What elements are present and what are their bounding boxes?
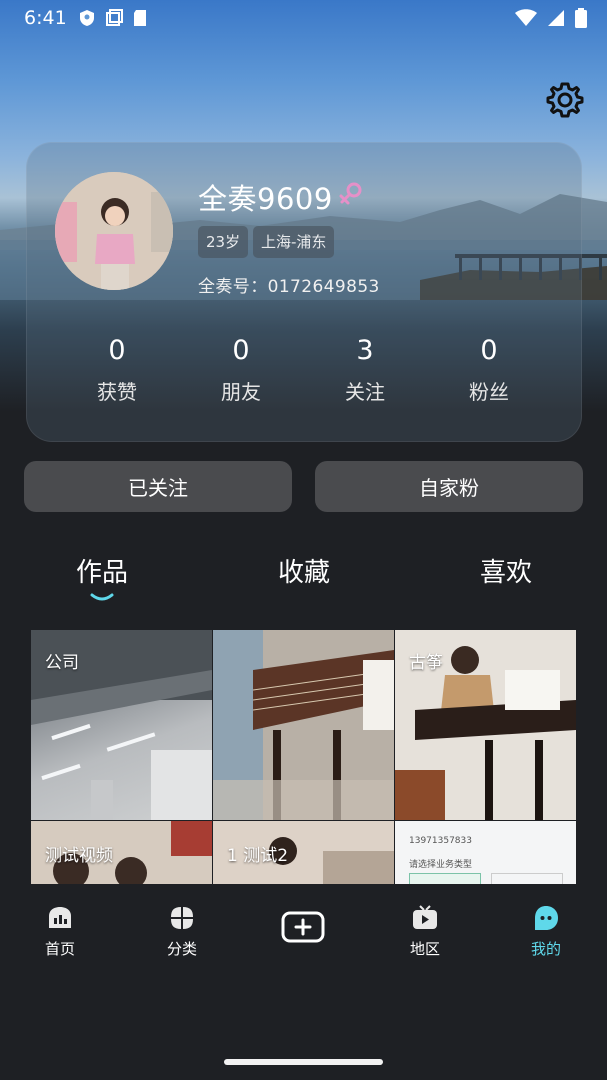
video-thumbnail[interactable]: 13971357833 请选择业务类型	[395, 821, 576, 884]
stat-likes-value: 0	[108, 335, 126, 366]
stat-friends-value: 0	[232, 335, 250, 366]
status-time: 6:41	[24, 7, 67, 29]
video-caption: 古筝	[409, 653, 443, 673]
video-thumbnail[interactable]: 古筝	[395, 630, 576, 820]
profile-icon	[535, 906, 558, 930]
stats-row: 0 获赞 0 朋友 3 关注 0 粉丝	[55, 332, 551, 405]
shield-icon	[79, 10, 94, 26]
avatar[interactable]	[55, 172, 173, 290]
video-caption: 公司	[45, 653, 79, 673]
stat-following-label: 关注	[345, 380, 385, 404]
stat-likes-label: 获赞	[97, 380, 137, 404]
stat-fans-label: 粉丝	[469, 380, 509, 404]
nav-profile[interactable]: 我的	[511, 904, 581, 959]
stat-following[interactable]: 3 关注	[303, 332, 427, 405]
form-option-box	[409, 873, 481, 884]
user-id: 全奏号：0172649853	[198, 277, 380, 297]
stat-likes[interactable]: 0 获赞	[55, 332, 179, 405]
active-tab-indicator	[90, 593, 114, 601]
signal-icon	[548, 10, 564, 26]
avatar-photo	[55, 172, 173, 290]
stat-fans[interactable]: 0 粉丝	[427, 332, 551, 405]
profile-screen: 6:41 全奏9609 23岁 上海-浦东 全奏号：0172649853 0 获…	[0, 0, 607, 1080]
video-thumbnail[interactable]	[213, 630, 394, 820]
tab-favorites[interactable]: 收藏	[278, 552, 330, 589]
wifi-icon	[515, 9, 537, 26]
home-icon	[49, 907, 71, 928]
age-tag: 23岁	[198, 226, 249, 258]
category-icon	[171, 907, 193, 929]
nav-category-label: 分类	[166, 940, 197, 958]
video-thumbnail[interactable]: 公司	[31, 630, 212, 820]
battery-icon	[575, 8, 587, 28]
video-thumbnail[interactable]: 1 测试2	[213, 821, 394, 884]
own-fans-button[interactable]: 自家粉	[315, 461, 583, 512]
form-phone-text: 13971357833	[409, 836, 472, 846]
nav-profile-label: 我的	[530, 940, 561, 958]
form-option-box	[491, 873, 563, 884]
sd-card-icon	[133, 10, 146, 26]
video-caption: 1 测试2	[227, 846, 289, 866]
username: 全奏9609	[198, 182, 333, 216]
stat-friends[interactable]: 0 朋友	[179, 332, 303, 405]
tab-likes[interactable]: 喜欢	[480, 552, 532, 589]
location-tag: 上海-浦东	[253, 226, 335, 258]
video-caption: 测试视频	[45, 846, 113, 866]
stat-following-value: 3	[356, 335, 374, 366]
nav-region-label: 地区	[409, 940, 440, 958]
nav-home[interactable]: 首页	[25, 904, 95, 959]
nav-home-label: 首页	[44, 940, 75, 958]
nav-category[interactable]: 分类	[147, 904, 217, 959]
guzheng-playing-image	[213, 630, 394, 820]
stat-friends-label: 朋友	[221, 380, 261, 404]
tv-icon	[413, 905, 437, 929]
followed-button[interactable]: 已关注	[24, 461, 292, 512]
settings-gear-icon[interactable]	[545, 80, 585, 120]
screenshot-icon	[105, 9, 123, 26]
nav-region[interactable]: 地区	[390, 904, 460, 959]
form-screenshot-text: 13971357833 请选择业务类型	[409, 829, 472, 877]
female-gender-icon	[339, 182, 362, 205]
tab-works[interactable]: 作品	[76, 552, 128, 589]
home-indicator[interactable]	[224, 1059, 383, 1065]
stat-fans-value: 0	[480, 335, 498, 366]
video-grid: 公司 古筝 测试视频 1 测试2 13971357833 请选择业务类型	[31, 630, 577, 884]
video-thumbnail[interactable]: 测试视频	[31, 821, 212, 884]
status-bar: 6:41	[0, 0, 607, 36]
add-icon[interactable]	[281, 911, 325, 943]
